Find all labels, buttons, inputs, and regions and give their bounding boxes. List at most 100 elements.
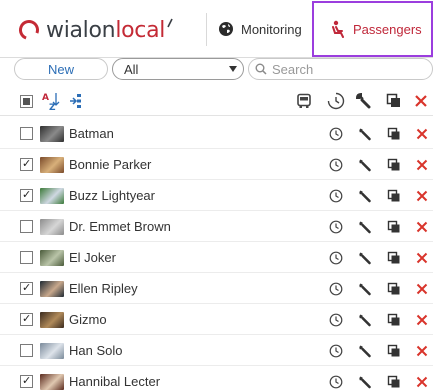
clock-history-icon[interactable] [329,282,343,296]
row-checkbox[interactable] [20,251,33,264]
row-checkbox[interactable] [20,374,33,388]
row-checkbox[interactable] [20,127,33,140]
passenger-name[interactable]: Dr. Emmet Brown [69,211,171,242]
passenger-seat-icon [332,20,344,38]
passenger-row[interactable]: Gizmo [0,304,433,335]
passenger-avatar [40,281,64,297]
search-input[interactable] [272,61,422,77]
nav-monitoring[interactable]: Monitoring [218,0,302,58]
clock-history-icon[interactable] [329,251,343,265]
delete-icon[interactable] [416,376,428,388]
copy-icon[interactable] [387,158,401,172]
copy-icon[interactable] [387,375,401,389]
passenger-row[interactable]: Han Solo [0,335,433,366]
wrench-icon[interactable] [358,313,372,327]
copy-icon[interactable] [386,93,402,109]
passenger-name[interactable]: Han Solo [69,335,122,366]
delete-icon[interactable] [416,159,428,171]
wrench-icon[interactable] [358,251,372,265]
copy-icon[interactable] [387,313,401,327]
copy-icon[interactable] [387,127,401,141]
row-checkbox[interactable] [20,220,33,233]
clock-history-icon[interactable] [329,158,343,172]
bus-icon[interactable] [296,93,312,109]
list-header: A Z [0,86,433,116]
passenger-name[interactable]: Gizmo [69,304,107,335]
passenger-name[interactable]: Buzz Lightyear [69,180,155,211]
delete-icon[interactable] [416,128,428,140]
copy-icon[interactable] [387,282,401,296]
delete-icon[interactable] [416,221,428,233]
wrench-icon[interactable] [358,127,372,141]
copy-icon[interactable] [387,251,401,265]
wialon-logo-icon [19,20,39,40]
logo-wordmark: wialonlocal [46,17,166,43]
row-checkbox[interactable] [20,312,33,326]
wrench-icon[interactable] [358,158,372,172]
copy-icon[interactable] [387,344,401,358]
passenger-name[interactable]: Bonnie Parker [69,149,151,180]
row-checkbox[interactable] [20,344,33,357]
clock-history-icon[interactable] [327,92,345,110]
filter-select-value: All [124,61,139,77]
chevron-down-icon [229,66,237,72]
passenger-avatar [40,250,64,266]
new-button[interactable]: New [14,58,108,80]
wrench-icon[interactable] [358,220,372,234]
logo-mark-icon [167,18,173,28]
nav-monitoring-label: Monitoring [241,21,302,37]
sort-az-icon[interactable]: A Z [42,91,60,111]
passenger-name[interactable]: Batman [69,118,114,149]
wrench-icon[interactable] [356,93,372,109]
passenger-row[interactable]: Dr. Emmet Brown [0,211,433,242]
app-header: wialonlocal Monitoring Passengers [0,0,433,58]
search-box[interactable] [248,58,433,80]
row-checkbox[interactable] [20,281,33,295]
passenger-avatar [40,157,64,173]
clock-history-icon[interactable] [329,344,343,358]
passenger-row[interactable]: Ellen Ripley [0,273,433,304]
list-toolbar: New All [0,58,433,82]
header-divider [206,13,207,46]
passenger-avatar [40,312,64,328]
passenger-avatar [40,219,64,235]
wrench-icon[interactable] [358,375,372,389]
clock-history-icon[interactable] [329,189,343,203]
clock-history-icon[interactable] [329,313,343,327]
passenger-row[interactable]: Bonnie Parker [0,149,433,180]
delete-icon[interactable] [416,252,428,264]
globe-icon [219,22,233,36]
passenger-row[interactable]: Buzz Lightyear [0,180,433,211]
passenger-name[interactable]: Ellen Ripley [69,273,138,304]
passenger-row[interactable]: Hannibal Lecter [0,366,433,391]
wrench-icon[interactable] [358,344,372,358]
select-all-checkbox[interactable] [20,95,33,108]
row-checkbox[interactable] [20,188,33,202]
delete-icon[interactable] [416,345,428,357]
tree-view-icon[interactable] [68,93,86,109]
passenger-avatar [40,126,64,142]
passenger-name[interactable]: Hannibal Lecter [69,366,160,391]
copy-icon[interactable] [387,189,401,203]
nav-passengers-label: Passengers [353,21,422,37]
passenger-name[interactable]: El Joker [69,242,116,273]
wialon-local-logo[interactable]: wialonlocal [18,17,175,43]
passenger-avatar [40,374,64,390]
passenger-row[interactable]: El Joker [0,242,433,273]
search-icon [255,63,267,75]
filter-select[interactable]: All [112,58,244,80]
clock-history-icon[interactable] [329,127,343,141]
copy-icon[interactable] [387,220,401,234]
row-checkbox[interactable] [20,157,33,171]
delete-icon[interactable] [414,94,428,108]
nav-passengers[interactable]: Passengers [312,1,433,57]
wrench-icon[interactable] [358,282,372,296]
clock-history-icon[interactable] [329,220,343,234]
svg-text:A: A [42,93,49,103]
wrench-icon[interactable] [358,189,372,203]
clock-history-icon[interactable] [329,375,343,389]
delete-icon[interactable] [416,283,428,295]
passenger-row[interactable]: Batman [0,118,433,149]
delete-icon[interactable] [416,190,428,202]
delete-icon[interactable] [416,314,428,326]
